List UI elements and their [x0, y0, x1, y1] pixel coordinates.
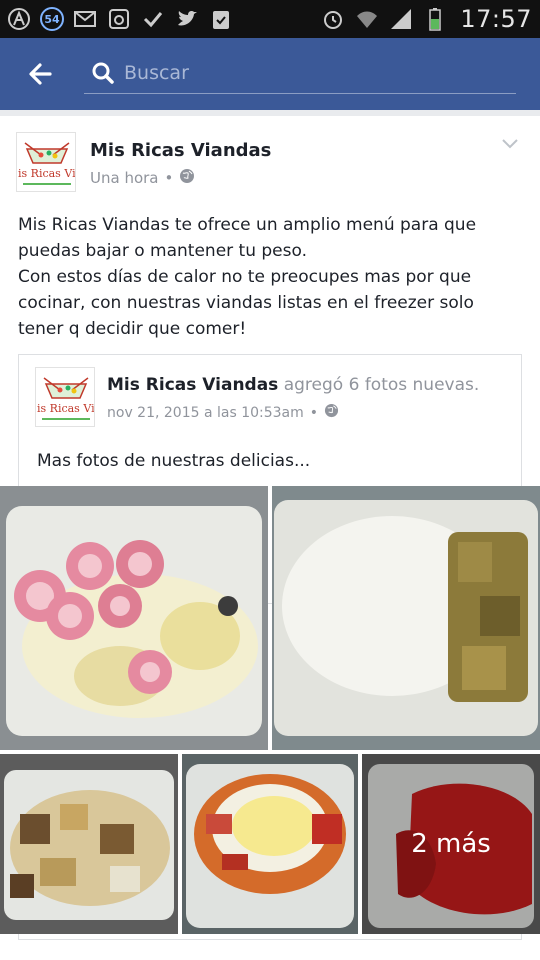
- twitter-icon: [174, 6, 200, 32]
- shared-post-bottom-border: [18, 934, 522, 940]
- search-icon: [90, 60, 116, 86]
- chevron-down-icon[interactable]: [500, 136, 520, 150]
- post-card: is Ricas Via Mis Ricas Viandas Una hora …: [0, 116, 540, 960]
- shared-action: agregó 6 fotos nuevas.: [283, 375, 480, 395]
- photo-3[interactable]: [0, 754, 178, 934]
- notification-count-badge: 54: [40, 7, 64, 31]
- instagram-icon: [106, 6, 132, 32]
- globe-icon: [324, 403, 339, 422]
- avatar-logo-text: is Ricas Via: [18, 167, 76, 180]
- shared-page-avatar[interactable]: is Ricas Viar: [35, 367, 95, 427]
- shared-meta-separator: •: [309, 404, 319, 421]
- clipboard-check-icon: [208, 6, 234, 32]
- wifi-icon: [354, 6, 380, 32]
- search-bar[interactable]: [84, 54, 516, 94]
- more-photos-label[interactable]: 2 más: [362, 754, 540, 934]
- search-input[interactable]: [124, 56, 504, 90]
- photo-1[interactable]: [0, 486, 268, 750]
- globe-icon: [179, 168, 195, 188]
- page-name[interactable]: Mis Ricas Viandas: [90, 140, 271, 161]
- signal-icon: [388, 6, 414, 32]
- photo-2[interactable]: [272, 486, 540, 750]
- status-bar: 54 17:57: [0, 0, 540, 38]
- shared-post-meta: nov 21, 2015 a las 10:53am •: [107, 403, 339, 422]
- shared-post-header: Mis Ricas Viandas agregó 6 fotos nuevas.: [107, 375, 479, 395]
- shared-avatar-logo-text: is Ricas Viar: [37, 402, 95, 415]
- meta-separator: •: [164, 169, 174, 187]
- post-meta: Una hora •: [90, 168, 195, 188]
- app-header: [0, 38, 540, 110]
- post-time[interactable]: Una hora: [90, 169, 159, 187]
- shared-page-name[interactable]: Mis Ricas Viandas: [107, 375, 278, 395]
- shared-post-text: Mas fotos de nuestras delicias...: [37, 451, 311, 471]
- arrow-left-icon[interactable]: [22, 58, 62, 90]
- photo-grid: 2 más: [0, 486, 540, 936]
- post-text: Mis Ricas Viandas te ofrece un amplio me…: [18, 215, 477, 339]
- shared-post-date[interactable]: nov 21, 2015 a las 10:53am: [107, 405, 304, 421]
- alarm-icon: [320, 6, 346, 32]
- photo-4[interactable]: [182, 754, 358, 934]
- check-icon: [140, 6, 166, 32]
- page-avatar[interactable]: is Ricas Via: [16, 132, 76, 192]
- clock: 17:57: [460, 5, 532, 33]
- battery-icon: [422, 6, 448, 32]
- photo-5-more[interactable]: 2 más: [362, 754, 540, 934]
- accessibility-icon: [6, 6, 32, 32]
- email-icon: [72, 6, 98, 32]
